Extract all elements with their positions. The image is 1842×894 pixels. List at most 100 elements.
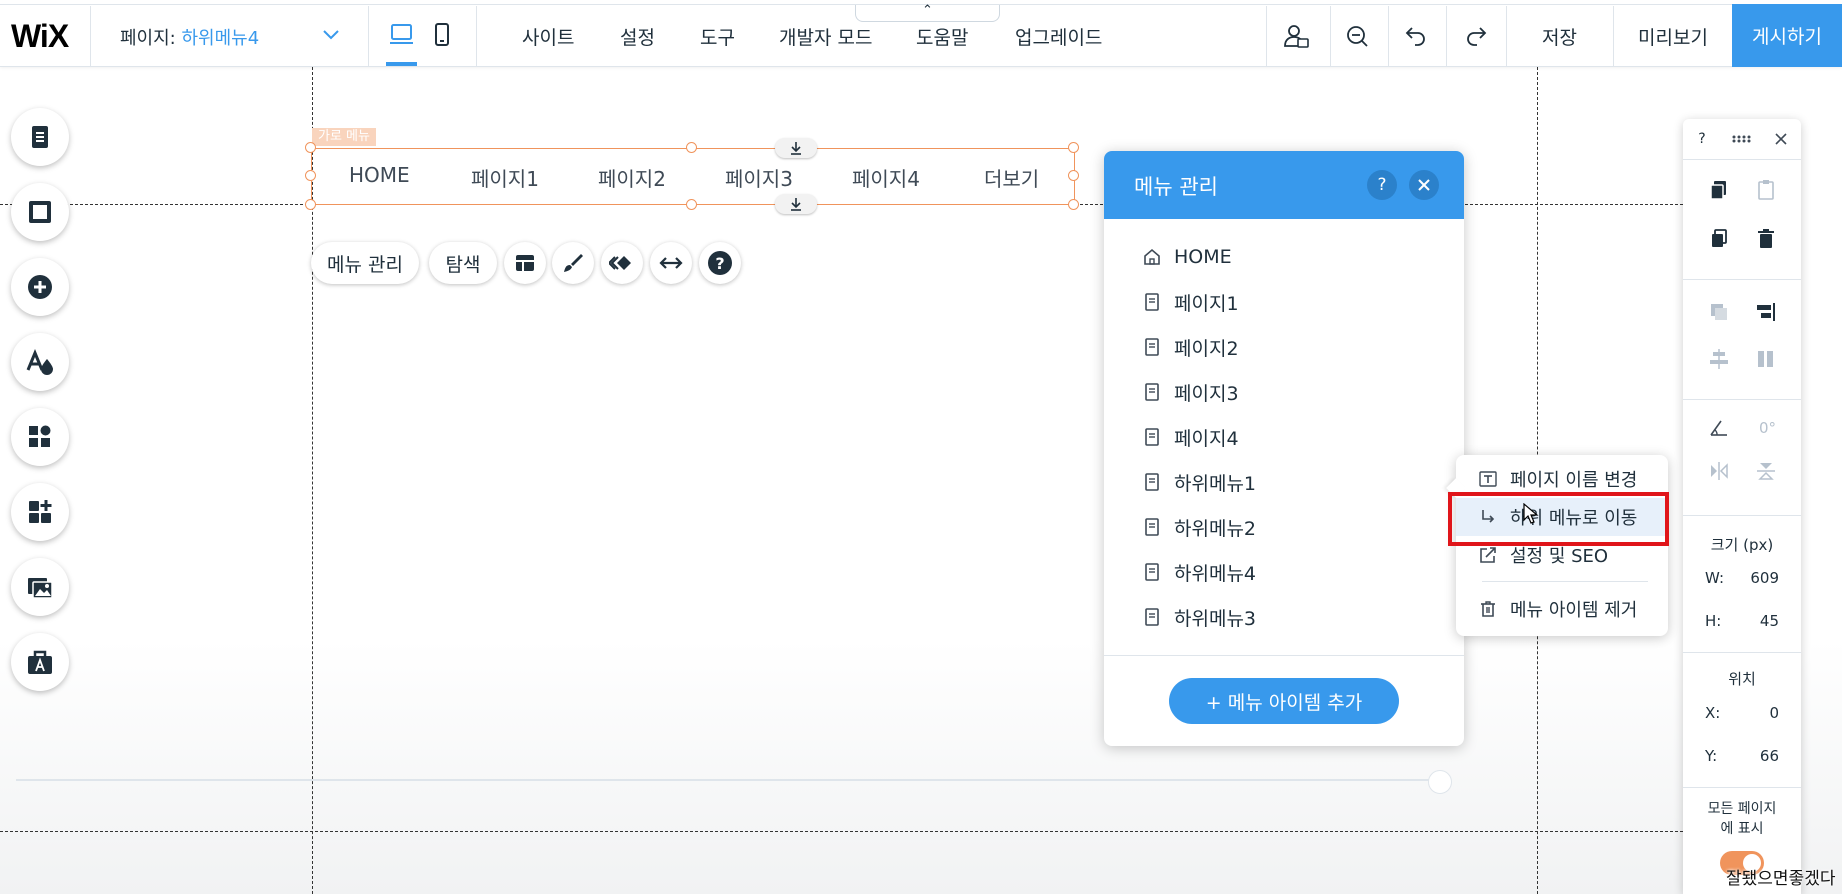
background-button[interactable]	[11, 183, 69, 241]
undo-icon[interactable]	[1402, 22, 1430, 50]
resize-handle[interactable]	[686, 199, 697, 210]
panel-close-button[interactable]	[1409, 170, 1439, 200]
publish-button[interactable]: 게시하기	[1732, 4, 1842, 67]
inspector-help-button[interactable]: ?	[1690, 127, 1714, 151]
nav-item-page2[interactable]: 페이지2	[598, 163, 666, 192]
animation-icon	[609, 256, 631, 270]
menu-item-page4[interactable]: 페이지4	[1142, 422, 1239, 452]
puzzle-icon	[29, 425, 51, 447]
duplicate-icon[interactable]	[1707, 227, 1731, 251]
desktop-icon[interactable]	[389, 22, 414, 47]
menu-help[interactable]: 도움말	[916, 23, 968, 50]
save-button[interactable]: 저장	[1542, 23, 1577, 50]
y-value[interactable]: 66	[1760, 747, 1779, 765]
panel-help-button[interactable]: ?	[1367, 170, 1397, 200]
pages-button[interactable]	[11, 108, 69, 166]
nav-item-page3[interactable]: 페이지3	[725, 163, 793, 192]
resize-handle[interactable]	[686, 142, 697, 153]
theme-button[interactable]	[11, 333, 69, 391]
navigate-button[interactable]: 탐색	[429, 242, 497, 284]
panel-divider	[1104, 655, 1464, 656]
resize-handle[interactable]	[1068, 170, 1079, 181]
stretch-button[interactable]	[650, 242, 692, 284]
width-value[interactable]: 609	[1750, 569, 1779, 587]
copy-icon[interactable]	[1707, 178, 1731, 202]
horizontal-menu-selection[interactable]	[311, 148, 1075, 205]
trash-icon[interactable]	[1754, 227, 1778, 251]
add-apps-button[interactable]	[11, 483, 69, 541]
x-value[interactable]: 0	[1769, 704, 1779, 722]
footer-drag-handle[interactable]	[1428, 770, 1452, 794]
stretch-bottom-button[interactable]	[775, 194, 817, 214]
help-icon: ?	[708, 251, 732, 275]
menu-item-home[interactable]: HOME	[1142, 242, 1232, 272]
rotation-value[interactable]: 0°	[1759, 419, 1776, 437]
nav-item-more[interactable]: 더보기	[984, 163, 1039, 192]
menu-upgrade[interactable]: 업그레이드	[1015, 23, 1102, 50]
collapse-topbar-tab[interactable]: ⌃	[855, 3, 1000, 22]
menu-item-page1[interactable]: 페이지1	[1142, 287, 1239, 317]
menu-item-page2[interactable]: 페이지2	[1142, 332, 1239, 362]
mouse-cursor-icon	[1523, 503, 1539, 524]
stretch-top-button[interactable]	[775, 138, 817, 158]
paste-icon[interactable]	[1754, 178, 1778, 202]
trash-icon	[1481, 601, 1495, 617]
align-right-icon[interactable]	[1754, 300, 1778, 324]
nav-item-page1[interactable]: 페이지1	[471, 163, 539, 192]
help-button[interactable]: ?	[699, 242, 741, 284]
component-label: 가로 메뉴	[312, 128, 376, 146]
add-button[interactable]	[11, 258, 69, 316]
media-button[interactable]	[11, 558, 69, 616]
arrange-back-icon[interactable]	[1707, 300, 1731, 324]
menu-item-submenu3[interactable]: 하위메뉴3	[1142, 602, 1256, 632]
menu-dev-mode[interactable]: 개발자 모드	[779, 23, 872, 50]
resize-handle[interactable]	[1068, 199, 1079, 210]
menu-site[interactable]: 사이트	[522, 23, 574, 50]
distribute-icon[interactable]	[1707, 347, 1731, 371]
animation-button[interactable]	[601, 242, 643, 284]
nav-item-home[interactable]: HOME	[349, 163, 410, 187]
nav-item-page4[interactable]: 페이지4	[852, 163, 920, 192]
resize-handle[interactable]	[305, 199, 316, 210]
theme-icon	[26, 349, 53, 375]
zoom-out-icon[interactable]	[1343, 22, 1371, 50]
resize-handle[interactable]	[305, 170, 316, 181]
panel-header: 메뉴 관리 ?	[1104, 151, 1464, 219]
design-button[interactable]	[552, 242, 594, 284]
resize-handle[interactable]	[305, 142, 316, 153]
height-value[interactable]: 45	[1760, 612, 1779, 630]
redo-icon[interactable]	[1462, 22, 1490, 50]
collapse-icon: ⌃	[922, 3, 933, 18]
menu-settings[interactable]: 설정	[620, 23, 655, 50]
app-market-button[interactable]	[11, 408, 69, 466]
manage-menu-button[interactable]: 메뉴 관리	[311, 242, 419, 284]
menu-item-submenu1[interactable]: 하위메뉴1	[1142, 467, 1256, 497]
drag-handle-icon[interactable]	[1729, 127, 1753, 151]
menu-item-submenu4[interactable]: 하위메뉴4	[1142, 557, 1256, 587]
match-size-icon[interactable]	[1754, 347, 1778, 371]
preview-button[interactable]: 미리보기	[1638, 23, 1708, 50]
layout-button[interactable]	[504, 242, 546, 284]
remove-menu-item-option[interactable]: 메뉴 아이템 제거	[1456, 590, 1668, 628]
flip-horizontal-icon[interactable]	[1707, 459, 1731, 483]
menu-item-page3[interactable]: 페이지3	[1142, 377, 1239, 407]
mobile-icon[interactable]	[433, 22, 451, 47]
divider	[1330, 6, 1331, 67]
brush-icon	[564, 254, 583, 272]
rotate-angle-icon[interactable]	[1707, 416, 1731, 440]
account-icon[interactable]	[1282, 22, 1310, 50]
chevron-down-icon[interactable]	[322, 28, 340, 42]
close-icon[interactable]	[1769, 127, 1793, 151]
flip-vertical-icon[interactable]	[1754, 459, 1778, 483]
wix-logo[interactable]: WiX	[11, 18, 69, 55]
menu-item-submenu2[interactable]: 하위메뉴2	[1142, 512, 1256, 542]
resize-handle[interactable]	[1068, 142, 1079, 153]
layout-icon	[516, 255, 534, 271]
business-button[interactable]	[11, 633, 69, 691]
add-menu-item-button[interactable]: + 메뉴 아이템 추가	[1169, 678, 1399, 724]
page-selector[interactable]: 페이지: 하위메뉴4	[120, 24, 259, 50]
inspector-header: ?	[1683, 119, 1801, 159]
pages-icon	[32, 126, 48, 148]
menu-tools[interactable]: 도구	[700, 23, 735, 50]
menu-item-label: 하위메뉴1	[1174, 472, 1257, 495]
